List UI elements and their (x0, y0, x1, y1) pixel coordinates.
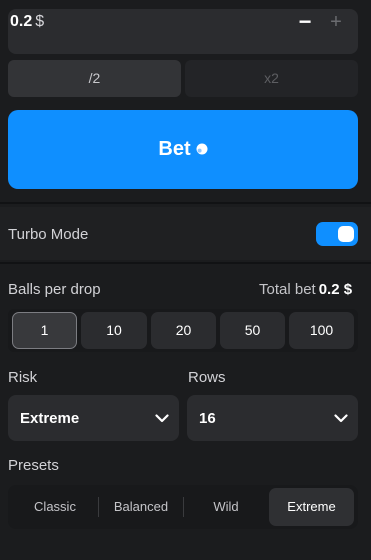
balls-option-10[interactable]: 10 (81, 312, 147, 349)
preset-extreme[interactable]: Extreme (269, 488, 354, 526)
increase-amount-button[interactable]: + (326, 9, 346, 35)
risk-select-value: Extreme (20, 410, 80, 427)
divider (0, 262, 371, 264)
ball-icon (196, 143, 208, 154)
turbo-mode-label: Turbo Mode (8, 226, 89, 243)
balls-option-100[interactable]: 100 (289, 312, 354, 349)
preset-wild[interactable]: Wild (184, 488, 268, 526)
balls-per-drop-label: Balls per drop (8, 281, 101, 298)
preset-balanced[interactable]: Balanced (99, 488, 183, 526)
rows-select-value: 16 (199, 410, 216, 427)
preset-classic[interactable]: Classic (12, 488, 98, 526)
toggle-knob (338, 226, 354, 242)
half-bet-button[interactable]: /2 (8, 60, 181, 97)
balls-option-20[interactable]: 20 (151, 312, 216, 349)
risk-label: Risk (8, 369, 38, 386)
chevron-down-icon (334, 414, 348, 423)
bet-amount-number[interactable]: 0.2 (10, 13, 32, 30)
balls-option-1[interactable]: 1 (12, 312, 77, 349)
chevron-down-icon (155, 414, 169, 423)
presets-label: Presets (8, 457, 59, 474)
bet-amount-value[interactable]: 0.2 $ (10, 13, 44, 31)
balls-option-50[interactable]: 50 (220, 312, 285, 349)
total-bet-prefix: Total bet (259, 281, 316, 298)
total-bet-label: Total bet 0.2 $ (259, 281, 352, 298)
decrease-amount-button[interactable]: − (295, 9, 315, 35)
bet-amount-currency: $ (35, 13, 45, 30)
rows-label: Rows (188, 369, 226, 386)
double-bet-button[interactable]: x2 (185, 60, 358, 97)
total-bet-value: 0.2 $ (318, 281, 353, 298)
divider (0, 202, 371, 204)
bet-button[interactable]: Bet (8, 110, 358, 189)
bet-button-label: Bet (158, 138, 191, 160)
